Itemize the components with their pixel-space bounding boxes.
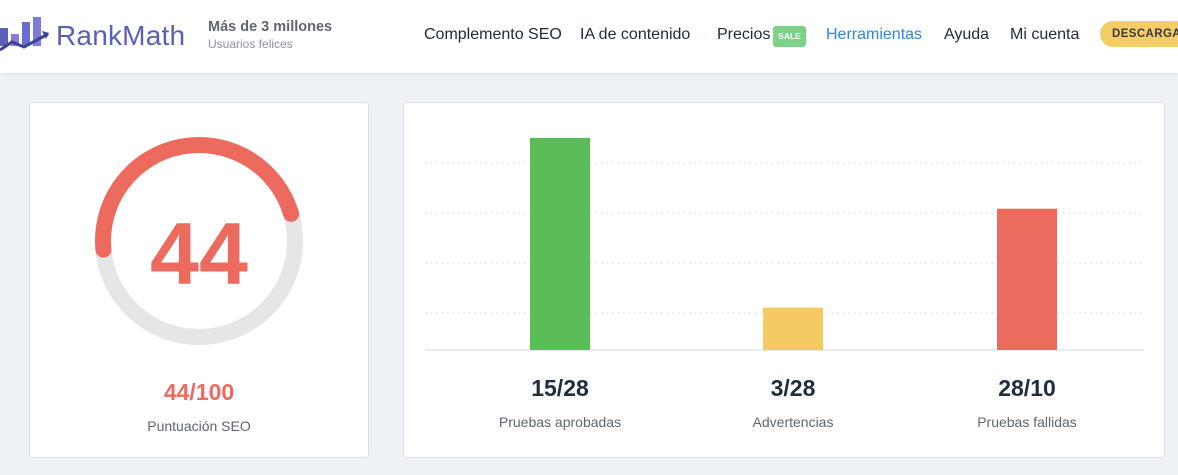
site-header: RankMath Más de 3 millones Usuarios feli…	[0, 0, 1178, 73]
tests-chart-card: 15/28 Pruebas aprobadas 3/28 Advertencia…	[403, 102, 1165, 458]
nav-herramientas[interactable]: Herramientas	[826, 26, 922, 44]
chart-bar-failed	[997, 208, 1057, 350]
main-nav: Complemento SEO IA de contenido Precios …	[0, 0, 1178, 73]
chart-bar-passed	[530, 138, 590, 350]
tests-bar-chart	[425, 138, 1144, 351]
warnings-value: 3/28	[770, 375, 816, 401]
sale-badge: SALE	[773, 26, 806, 47]
nav-ayuda[interactable]: Ayuda	[944, 26, 989, 44]
passed-label: Pruebas aprobadas	[498, 414, 622, 430]
chart-bar-warnings	[763, 307, 823, 350]
score-label: Puntuación SEO	[147, 418, 251, 434]
nav-precios[interactable]: Precios	[717, 26, 770, 44]
failed-value: 28/10	[998, 375, 1056, 401]
score-fraction: 44/100	[163, 379, 235, 405]
chart-bars	[530, 138, 1057, 350]
seo-score-card: 44 44/100 Puntuación SEO	[29, 102, 369, 458]
nav-complemento-seo[interactable]: Complemento SEO	[424, 26, 562, 44]
nav-ia-de-contenido[interactable]: IA de contenido	[580, 26, 690, 44]
download-button[interactable]: DESCARGAR	[1100, 21, 1178, 47]
passed-value: 15/28	[531, 375, 589, 401]
score-value: 44	[150, 204, 248, 303]
nav-mi-cuenta[interactable]: Mi cuenta	[1010, 26, 1079, 44]
warnings-label: Advertencias	[752, 414, 834, 430]
failed-label: Pruebas fallidas	[977, 414, 1077, 430]
